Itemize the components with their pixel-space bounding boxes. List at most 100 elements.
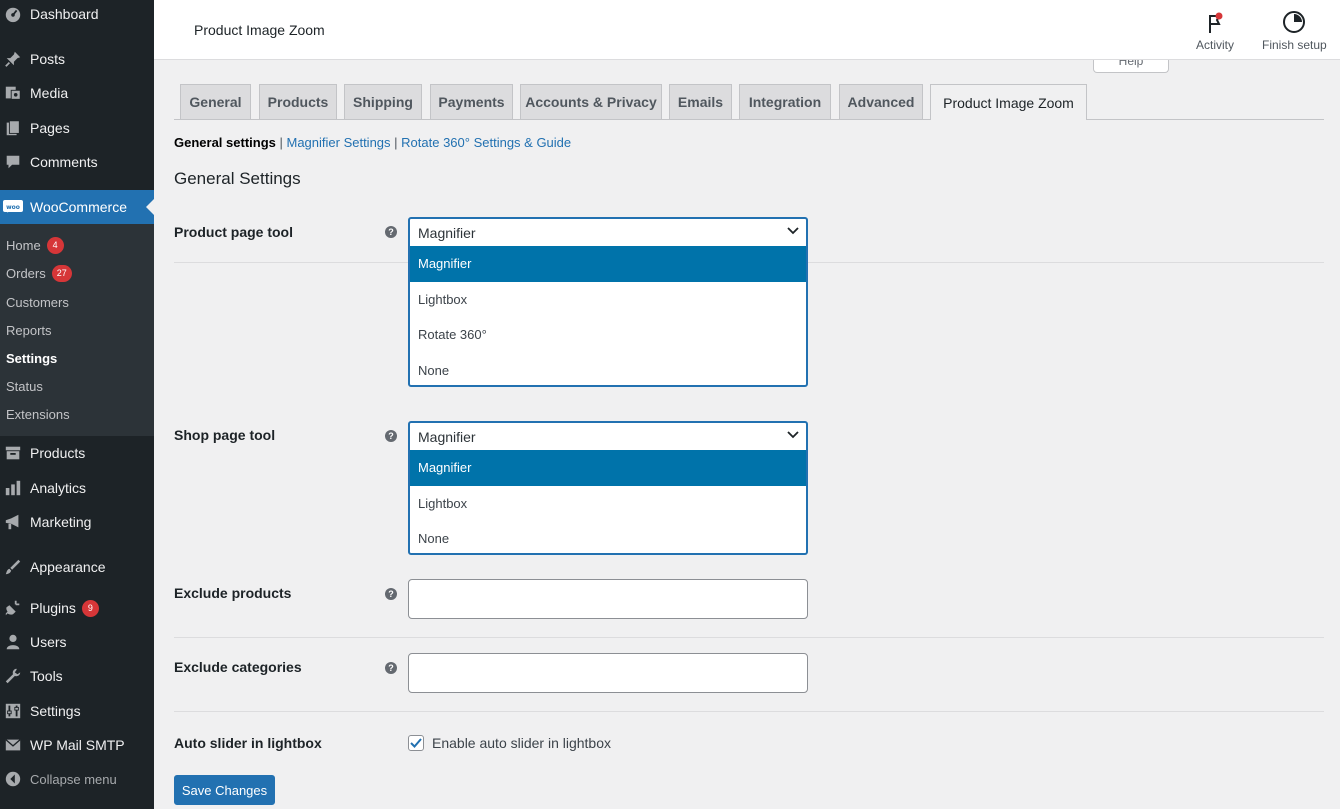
auto-slider-checkbox[interactable]	[408, 735, 424, 751]
product-page-tool-select[interactable]: Magnifier Magnifier Lightbox Rotate 360°…	[408, 217, 808, 387]
sidebar-item-settings[interactable]: Settings	[0, 694, 154, 728]
option-magnifier[interactable]: Magnifier	[410, 246, 806, 282]
auto-slider-checkbox-label[interactable]: Enable auto slider in lightbox	[432, 735, 611, 751]
pages-icon	[3, 118, 23, 138]
brush-icon	[3, 557, 23, 577]
option-lightbox[interactable]: Lightbox	[410, 486, 806, 522]
pin-icon	[3, 49, 23, 69]
submenu-label: Orders	[6, 265, 46, 281]
admin-sidebar: Dashboard Posts Media Pages Comments woo…	[0, 0, 154, 809]
submenu-label: Home	[6, 237, 41, 253]
sidebar-item-marketing[interactable]: Marketing	[0, 505, 154, 539]
finish-setup-label: Finish setup	[1262, 38, 1327, 52]
sidebar-item-woocommerce[interactable]: woo WooCommerce	[0, 190, 154, 224]
sidebar-item-users[interactable]: Users	[0, 625, 154, 659]
sidebar-item-plugins[interactable]: Plugins 9	[0, 591, 154, 625]
sidebar-item-label: WooCommerce	[30, 199, 127, 215]
option-rotate-360[interactable]: Rotate 360°	[410, 317, 806, 353]
finish-setup-button[interactable]: Finish setup	[1262, 10, 1327, 52]
row-divider	[174, 711, 1324, 712]
svg-text:woo: woo	[6, 204, 20, 211]
tab-integration[interactable]: Integration	[739, 84, 831, 119]
help-icon[interactable]: ?	[385, 226, 397, 238]
plugins-update-badge: 9	[81, 599, 99, 617]
sidebar-item-label: WP Mail SMTP	[30, 737, 125, 753]
collapse-menu-button[interactable]: Collapse menu	[0, 762, 154, 796]
tab-products[interactable]: Products	[259, 84, 337, 119]
auto-slider-label: Auto slider in lightbox	[174, 735, 322, 751]
submenu-item-extensions[interactable]: Extensions	[6, 404, 70, 424]
subnav-current[interactable]: General settings	[174, 135, 276, 150]
sidebar-item-label: Posts	[30, 51, 66, 67]
collapse-icon	[3, 769, 23, 789]
tab-shipping[interactable]: Shipping	[344, 84, 422, 119]
shop-page-tool-select[interactable]: Magnifier Magnifier Lightbox None	[408, 421, 808, 555]
settings-tabs: General Products Shipping Payments Accou…	[174, 84, 1324, 120]
sidebar-item-label: Comments	[30, 154, 98, 170]
woocommerce-submenu: Home 4 Orders 27 Customers Reports Setti…	[0, 224, 154, 436]
sidebar-item-tools[interactable]: Tools	[0, 659, 154, 693]
option-lightbox[interactable]: Lightbox	[410, 282, 806, 318]
wrench-icon	[3, 666, 23, 686]
submenu-item-home[interactable]: Home 4	[6, 235, 64, 255]
sidebar-item-comments[interactable]: Comments	[0, 145, 154, 179]
exclude-categories-input[interactable]	[408, 653, 808, 693]
bar-chart-icon	[3, 478, 23, 498]
product-page-tool-current-value[interactable]: Magnifier	[410, 219, 806, 246]
auto-slider-checkbox-row: Enable auto slider in lightbox	[408, 735, 611, 751]
product-page-tool-label: Product page tool	[174, 224, 293, 240]
sidebar-item-analytics[interactable]: Analytics	[0, 471, 154, 505]
chevron-down-icon	[786, 428, 800, 445]
submenu-item-settings[interactable]: Settings	[6, 348, 57, 368]
comment-icon	[3, 152, 23, 172]
subnav-link-rotate-360-settings[interactable]: Rotate 360° Settings & Guide	[401, 135, 571, 150]
tab-product-image-zoom[interactable]: Product Image Zoom	[930, 84, 1087, 120]
sidebar-item-label: Media	[30, 85, 69, 101]
tab-accounts-privacy[interactable]: Accounts & Privacy	[520, 84, 662, 119]
exclude-products-label: Exclude products	[174, 585, 292, 601]
megaphone-icon	[3, 512, 23, 532]
help-icon[interactable]: ?	[385, 588, 397, 600]
home-count-badge: 4	[46, 236, 64, 254]
dashboard-icon	[3, 4, 23, 24]
sidebar-item-media[interactable]: Media	[0, 76, 154, 110]
save-changes-button[interactable]: Save Changes	[174, 775, 275, 805]
select-value: Magnifier	[418, 224, 476, 241]
submenu-item-orders[interactable]: Orders 27	[6, 263, 72, 283]
help-tab-button[interactable]: Help	[1093, 60, 1169, 73]
exclude-products-input[interactable]	[408, 579, 808, 619]
tab-payments[interactable]: Payments	[430, 84, 513, 119]
option-none[interactable]: None	[410, 521, 806, 553]
progress-ring-icon	[1282, 10, 1306, 34]
shop-page-tool-current-value[interactable]: Magnifier	[410, 423, 806, 450]
sidebar-item-label: Products	[30, 445, 86, 461]
subnav-separator: |	[275, 135, 287, 150]
subnav-separator: |	[390, 135, 402, 150]
sliders-icon	[3, 701, 23, 721]
checkmark-icon	[410, 738, 422, 748]
tab-general[interactable]: General	[180, 84, 251, 119]
option-magnifier[interactable]: Magnifier	[410, 450, 806, 486]
subnav-link-magnifier-settings[interactable]: Magnifier Settings	[286, 135, 390, 150]
user-icon	[3, 632, 23, 652]
help-icon[interactable]: ?	[385, 430, 397, 442]
media-icon	[3, 83, 23, 103]
sidebar-item-appearance[interactable]: Appearance	[0, 550, 154, 584]
archive-icon	[3, 443, 23, 463]
sidebar-item-dashboard[interactable]: Dashboard	[0, 0, 154, 31]
help-icon[interactable]: ?	[385, 662, 397, 674]
sidebar-item-label: Appearance	[30, 559, 106, 575]
tab-emails[interactable]: Emails	[669, 84, 732, 119]
activity-button[interactable]: Activity	[1196, 10, 1234, 52]
submenu-item-reports[interactable]: Reports	[6, 320, 52, 340]
woocommerce-header: Product Image Zoom Activity Finish setup	[154, 0, 1340, 60]
sidebar-item-products[interactable]: Products	[0, 436, 154, 470]
sidebar-item-posts[interactable]: Posts	[0, 42, 154, 76]
sidebar-item-pages[interactable]: Pages	[0, 111, 154, 145]
tab-advanced[interactable]: Advanced	[839, 84, 923, 119]
mail-icon	[3, 735, 23, 755]
submenu-item-status[interactable]: Status	[6, 376, 43, 396]
option-none[interactable]: None	[410, 353, 806, 386]
sidebar-item-wp-mail-smtp[interactable]: WP Mail SMTP	[0, 728, 154, 762]
submenu-item-customers[interactable]: Customers	[6, 292, 69, 312]
